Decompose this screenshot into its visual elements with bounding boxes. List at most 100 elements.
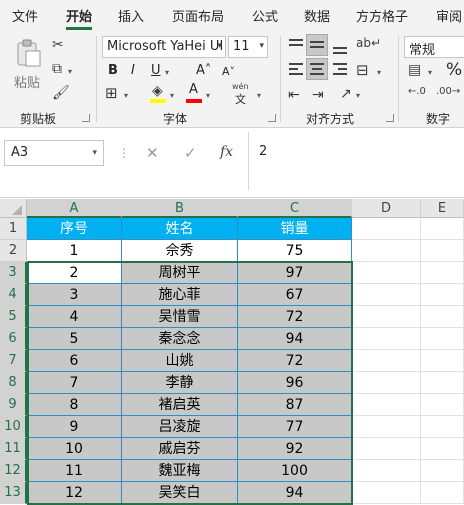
tab-home[interactable]: 开始 — [66, 6, 92, 25]
row-header[interactable]: 3 — [0, 262, 27, 284]
orientation-dropdown-icon[interactable]: ▾ — [356, 91, 360, 100]
empty-cell[interactable] — [421, 350, 464, 372]
data-cell[interactable]: 周树平 — [122, 262, 238, 284]
data-cell[interactable]: 魏亚梅 — [122, 460, 238, 482]
tab-data[interactable]: 数据 — [304, 6, 330, 25]
tab-review[interactable]: 审阅 — [436, 6, 462, 25]
percent-button[interactable]: % — [446, 60, 462, 80]
empty-cell[interactable] — [352, 328, 421, 350]
empty-cell[interactable] — [421, 438, 464, 460]
tab-insert[interactable]: 插入 — [118, 6, 144, 25]
increase-font-button[interactable]: A˄ — [196, 63, 211, 78]
accounting-dropdown-icon[interactable]: ▾ — [428, 68, 432, 77]
fill-color-button[interactable]: ◈ — [150, 84, 168, 104]
align-center-button[interactable] — [306, 58, 328, 80]
active-cell[interactable]: 2 — [27, 262, 122, 284]
row-header[interactable]: 11 — [0, 438, 27, 460]
column-header-d[interactable]: D — [352, 199, 421, 218]
font-name-select[interactable]: Microsoft YaHei UI ▾ — [102, 36, 226, 58]
empty-cell[interactable] — [352, 306, 421, 328]
row-header[interactable]: 13 — [0, 482, 27, 504]
increase-indent-icon[interactable]: ⇥ — [312, 88, 324, 102]
font-color-button[interactable]: A — [186, 82, 204, 104]
data-cell[interactable]: 94 — [238, 328, 352, 350]
insert-function-icon[interactable]: fx — [220, 144, 233, 160]
accounting-format-icon[interactable]: ▤ — [408, 63, 421, 77]
header-cell[interactable]: 销量 — [238, 218, 352, 240]
row-header[interactable]: 4 — [0, 284, 27, 306]
data-cell[interactable]: 1 — [27, 240, 122, 262]
copy-dropdown-icon[interactable]: ▾ — [68, 67, 72, 76]
data-cell[interactable]: 山姚 — [122, 350, 238, 372]
cancel-icon[interactable]: ✕ — [146, 144, 159, 162]
align-middle-button[interactable] — [306, 34, 328, 56]
data-cell[interactable]: 8 — [27, 394, 122, 416]
empty-cell[interactable] — [421, 328, 464, 350]
data-cell[interactable]: 施心菲 — [122, 284, 238, 306]
data-cell[interactable]: 佘秀 — [122, 240, 238, 262]
data-cell[interactable]: 5 — [27, 328, 122, 350]
header-cell[interactable]: 序号 — [27, 218, 122, 240]
underline-button[interactable]: U — [151, 63, 161, 78]
column-header-b[interactable]: B — [122, 199, 238, 218]
font-launcher-icon[interactable] — [268, 114, 276, 122]
clipboard-launcher-icon[interactable] — [82, 114, 90, 122]
tab-page-layout[interactable]: 页面布局 — [172, 6, 224, 25]
data-cell[interactable]: 94 — [238, 482, 352, 504]
empty-cell[interactable] — [352, 372, 421, 394]
phonetic-dropdown-icon[interactable]: ▾ — [257, 91, 261, 100]
decrease-indent-icon[interactable]: ⇤ — [288, 88, 300, 102]
data-cell[interactable]: 100 — [238, 460, 352, 482]
data-cell[interactable]: 4 — [27, 306, 122, 328]
empty-cell[interactable] — [352, 438, 421, 460]
row-header[interactable]: 2 — [0, 240, 27, 262]
empty-cell[interactable] — [352, 394, 421, 416]
data-cell[interactable]: 75 — [238, 240, 352, 262]
data-cell[interactable]: 92 — [238, 438, 352, 460]
empty-cell[interactable] — [421, 482, 464, 504]
align-right-button[interactable] — [330, 60, 350, 80]
empty-cell[interactable] — [352, 262, 421, 284]
select-all-button[interactable] — [0, 199, 27, 218]
empty-cell[interactable] — [352, 482, 421, 504]
empty-cell[interactable] — [421, 284, 464, 306]
empty-cell[interactable] — [421, 372, 464, 394]
cut-icon[interactable]: ✂ — [52, 38, 64, 52]
row-header[interactable]: 9 — [0, 394, 27, 416]
data-cell[interactable]: 6 — [27, 350, 122, 372]
row-header[interactable]: 5 — [0, 306, 27, 328]
merge-center-icon[interactable]: ⊟ — [356, 63, 369, 78]
row-header[interactable]: 12 — [0, 460, 27, 482]
empty-cell[interactable] — [352, 240, 421, 262]
decrease-decimal-icon[interactable]: .00→ — [436, 87, 460, 97]
tab-formulas[interactable]: 公式 — [252, 6, 278, 25]
row-header[interactable]: 1 — [0, 218, 27, 240]
phonetic-button[interactable]: wén 文 — [232, 82, 254, 106]
italic-button[interactable]: I — [131, 63, 135, 78]
column-header-a[interactable]: A — [27, 199, 122, 218]
format-painter-icon[interactable]: 🖌 — [52, 86, 70, 100]
font-size-select[interactable]: 11 ▾ — [228, 36, 268, 58]
borders-icon[interactable]: ⊞ — [105, 86, 118, 101]
borders-dropdown-icon[interactable]: ▾ — [124, 91, 128, 100]
data-cell[interactable]: 吴惜雪 — [122, 306, 238, 328]
row-header[interactable]: 8 — [0, 372, 27, 394]
empty-cell[interactable] — [421, 262, 464, 284]
data-cell[interactable]: 7 — [27, 372, 122, 394]
fill-color-dropdown-icon[interactable]: ▾ — [170, 91, 174, 100]
paste-button[interactable]: 粘贴 — [10, 36, 46, 91]
formula-input[interactable]: 2 — [248, 132, 464, 190]
alignment-launcher-icon[interactable] — [386, 114, 394, 122]
decrease-font-button[interactable]: A˅ — [222, 65, 235, 78]
tab-fangfang[interactable]: 方方格子 — [356, 6, 408, 25]
merge-dropdown-icon[interactable]: ▾ — [377, 68, 381, 77]
data-cell[interactable]: 10 — [27, 438, 122, 460]
header-cell[interactable]: 姓名 — [122, 218, 238, 240]
column-header-c[interactable]: C — [238, 199, 352, 218]
empty-cell[interactable] — [421, 306, 464, 328]
empty-cell[interactable] — [421, 394, 464, 416]
column-header-e[interactable]: E — [421, 199, 464, 218]
empty-cell[interactable] — [421, 240, 464, 262]
data-cell[interactable]: 3 — [27, 284, 122, 306]
data-cell[interactable]: 秦念念 — [122, 328, 238, 350]
